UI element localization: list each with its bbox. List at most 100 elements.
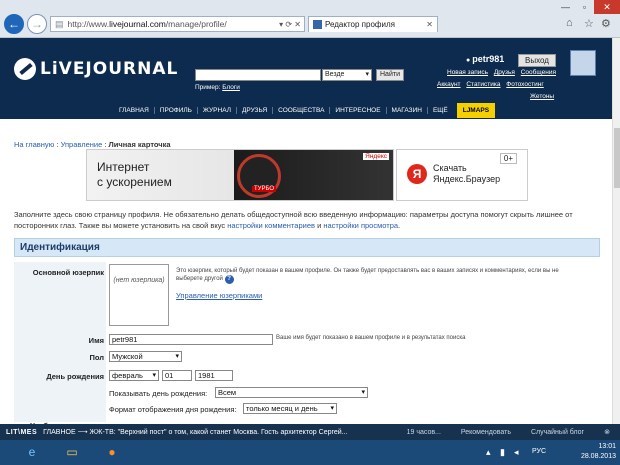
ticker-close-icon[interactable]: ⊗ xyxy=(594,428,620,436)
intro-text: Заполните здесь свою страницу профиля. Н… xyxy=(14,210,573,230)
ticker-news[interactable]: ГЛАВНОЕ ⟶ ЖЖ-ТВ: "Верхний пост" о том, к… xyxy=(43,428,396,436)
ie-taskbar-icon[interactable]: e xyxy=(14,442,50,463)
search-form: Везде Найти xyxy=(195,69,404,81)
show-birthday-label: Показывать день рождения: xyxy=(109,389,208,398)
nav-friends[interactable]: ДРУЗЬЯ xyxy=(235,107,272,114)
favicon-icon xyxy=(313,20,322,29)
tokens-link[interactable]: Жетоны xyxy=(530,93,554,100)
livejournal-logo[interactable]: LiVEJOURNAL xyxy=(14,58,178,80)
address-controls[interactable]: ▾ ⟳ ✕ xyxy=(276,20,304,29)
breadcrumb-home-link[interactable]: На главную xyxy=(14,140,54,149)
volume-icon[interactable]: ◂ xyxy=(514,447,519,458)
account-link[interactable]: Аккаунт xyxy=(437,81,461,88)
tab-close-icon[interactable]: ✕ xyxy=(426,20,433,29)
search-scope-select[interactable]: Везде xyxy=(322,69,372,81)
explorer-folder-icon[interactable]: ▭ xyxy=(54,442,90,463)
yandex-browser-logo-icon: Я xyxy=(407,164,427,184)
clock[interactable]: 13:01 28.08.2013 xyxy=(581,442,616,462)
search-button[interactable]: Найти xyxy=(376,69,404,81)
nav-communities[interactable]: СООБЩЕСТВА xyxy=(272,107,329,114)
pencil-logo-icon xyxy=(14,58,36,80)
help-icon[interactable]: ? xyxy=(224,275,234,284)
birth-year-input[interactable]: 1981 xyxy=(195,370,233,381)
birthday-label: День рождения xyxy=(46,372,104,381)
nav-profile[interactable]: ПРОФИЛЬ xyxy=(153,107,197,114)
avatar[interactable] xyxy=(570,50,596,76)
userpic-label: Основной юзерпик xyxy=(32,268,104,277)
account-links-row3: Жетоны xyxy=(526,93,554,100)
gender-select[interactable]: Мужской xyxy=(109,351,182,362)
ad-turbo-label: ТУРБО xyxy=(252,186,277,192)
age-rating-badge: 0+ xyxy=(499,153,517,164)
photohosting-link[interactable]: Фотохостинг xyxy=(506,81,543,88)
manage-userpics-link[interactable]: Управление юзерпиками xyxy=(176,291,262,300)
gear-icon[interactable]: ⚙ xyxy=(601,17,611,30)
close-button[interactable]: ✕ xyxy=(594,0,620,14)
forward-button[interactable]: → xyxy=(27,14,47,34)
birth-day-input[interactable]: 01 xyxy=(162,370,192,381)
logo-text: LiVEJOURNAL xyxy=(40,59,179,79)
breadcrumb: На главную : Управление : Личная карточк… xyxy=(14,140,171,149)
ad2-text-line1: Скачать xyxy=(433,163,467,173)
stats-link[interactable]: Статистика xyxy=(466,81,500,88)
site-header: LiVEJOURNAL Везде Найти Пример: Блоги pe… xyxy=(0,38,612,119)
gender-label: Пол xyxy=(89,353,104,362)
username-link[interactable]: petr981 xyxy=(466,54,504,64)
page-scrollbar[interactable] xyxy=(612,38,620,424)
breadcrumb-current: Личная карточка xyxy=(108,140,171,149)
nav-ljmaps[interactable]: LJMAPS xyxy=(456,103,496,118)
random-blog-link[interactable]: Случайный блог xyxy=(521,429,594,436)
birthday-format-label: Формат отображения дня рождения: xyxy=(109,405,237,414)
nav-more[interactable]: ЕЩЁ xyxy=(426,107,453,114)
address-bar[interactable]: ▤ http://www.livejournal.com/manage/prof… xyxy=(50,16,305,32)
browser-tab[interactable]: Редактор профиля ✕ xyxy=(308,16,438,32)
new-post-link[interactable]: Новая запись xyxy=(447,69,488,76)
logout-button[interactable]: Выход xyxy=(518,54,556,67)
nav-journal[interactable]: ЖУРНАЛ xyxy=(196,107,236,114)
example-link[interactable]: Блоги xyxy=(222,84,240,91)
show-birthday-select[interactable]: Всем xyxy=(215,387,368,398)
birth-month-select[interactable]: февраль xyxy=(109,370,159,381)
minimize-button[interactable]: — xyxy=(556,0,575,14)
tab-title: Редактор профиля xyxy=(325,20,395,29)
firefox-taskbar-icon[interactable]: ● xyxy=(94,442,130,463)
back-button[interactable]: ← xyxy=(4,14,24,34)
ad2-text-line2: Яндекс.Браузер xyxy=(433,174,501,184)
nav-home[interactable]: ГЛАВНАЯ xyxy=(114,107,154,114)
friends-link[interactable]: Друзья xyxy=(494,69,515,76)
page-icon: ▤ xyxy=(55,18,64,29)
ticker-brand: LIT\MES xyxy=(6,428,38,436)
search-example: Пример: Блоги xyxy=(195,84,240,91)
section-header: Идентификация xyxy=(14,238,600,257)
userpic-box[interactable]: (нет юзерпика) xyxy=(109,264,169,326)
ticker-ago: 19 часов... xyxy=(406,428,441,436)
ad-banner-internet[interactable]: Интернет с ускорением ТУРБО Яндекс xyxy=(86,149,394,201)
name-hint: Ваше имя будет показано в вашем профиле … xyxy=(276,335,466,341)
birthday-format-select[interactable]: только месяц и день xyxy=(243,403,337,414)
ad-banner-browser[interactable]: Я Скачать Яндекс.Браузер 0+ xyxy=(396,149,528,201)
ad-yandex-badge: Яндекс xyxy=(363,153,389,160)
ad-text-line2: с ускорением xyxy=(97,175,172,189)
address-url[interactable]: http://www.livejournal.com/manage/profil… xyxy=(68,19,277,29)
windows-taskbar: e ▭ ● ▴ ▮ ◂ РУС 13:01 28.08.2013 xyxy=(0,440,620,465)
home-icon[interactable]: ⌂ xyxy=(566,17,573,29)
name-label: Имя xyxy=(88,336,104,345)
network-icon[interactable]: ▮ xyxy=(500,447,505,458)
scroll-thumb[interactable] xyxy=(614,128,620,188)
window-controls: — ▫ ✕ xyxy=(556,0,620,16)
news-ticker: LIT\MES ГЛАВНОЕ ⟶ ЖЖ-ТВ: "Верхний пост" … xyxy=(0,424,620,440)
account-links-row1: Новая запись Друзья Сообщения xyxy=(443,69,556,76)
name-input[interactable]: petr981 xyxy=(109,334,273,345)
favorites-star-icon[interactable]: ☆ xyxy=(584,17,594,30)
breadcrumb-manage-link[interactable]: Управление xyxy=(61,140,103,149)
recommend-link[interactable]: Рекомендовать xyxy=(451,429,521,436)
comment-settings-link[interactable]: настройки комментариев xyxy=(227,221,315,230)
tray-arrow-icon[interactable]: ▴ xyxy=(486,447,491,458)
language-indicator[interactable]: РУС xyxy=(532,448,546,455)
maximize-button[interactable]: ▫ xyxy=(575,0,594,14)
view-settings-link[interactable]: настройки просмотра xyxy=(323,221,398,230)
search-input[interactable] xyxy=(195,69,321,81)
nav-interesting[interactable]: ИНТЕРЕСНОЕ xyxy=(329,107,385,114)
messages-link[interactable]: Сообщения xyxy=(521,69,556,76)
nav-shop[interactable]: МАГАЗИН xyxy=(385,107,427,114)
